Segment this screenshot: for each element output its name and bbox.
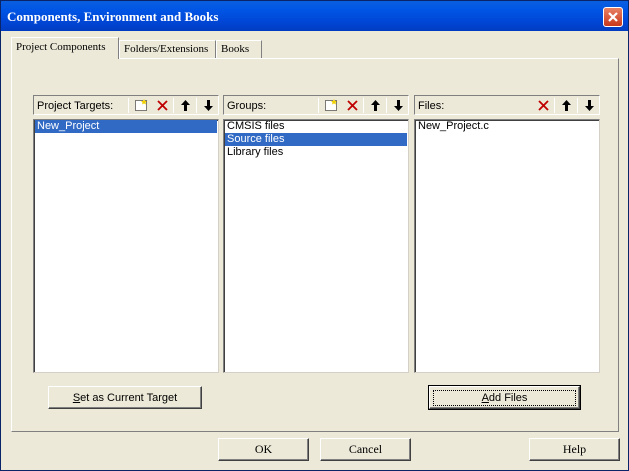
- title-bar[interactable]: Components, Environment and Books: [1, 1, 628, 31]
- ok-button[interactable]: OK: [218, 438, 309, 461]
- window-title: Components, Environment and Books: [7, 9, 219, 24]
- button-label: dd Files: [488, 391, 528, 404]
- list-item[interactable]: Source files: [225, 133, 407, 146]
- groups-label: Groups:: [227, 100, 267, 112]
- button-label: et as Current Target: [80, 391, 178, 404]
- move-group-up-button[interactable]: [365, 97, 385, 114]
- groups-list[interactable]: CMSIS files Source files Library files: [223, 119, 409, 373]
- delete-icon: [156, 100, 168, 111]
- move-file-down-button[interactable]: [579, 97, 599, 114]
- project-targets-header: Project Targets:: [33, 95, 219, 115]
- dialog-window: Components, Environment and Books Projec…: [0, 0, 629, 471]
- list-item[interactable]: New_Project.c: [416, 120, 598, 133]
- tab-label: Project Components: [16, 41, 106, 53]
- move-target-down-button[interactable]: [198, 97, 218, 114]
- files-label: Files:: [418, 100, 445, 112]
- list-item[interactable]: Library files: [225, 146, 407, 159]
- delete-group-button[interactable]: [342, 97, 362, 114]
- arrow-up-icon: [180, 100, 190, 111]
- files-header: Files:: [414, 95, 600, 115]
- move-file-up-button[interactable]: [556, 97, 576, 114]
- close-button[interactable]: [603, 7, 623, 27]
- help-button[interactable]: Help: [529, 438, 620, 461]
- arrow-up-icon: [561, 100, 571, 111]
- arrow-down-icon: [584, 100, 594, 111]
- arrow-down-icon: [393, 100, 403, 111]
- tab-panel: Project Targets: New_Project Groups: CMS…: [11, 58, 619, 432]
- project-targets-list[interactable]: New_Project: [33, 119, 219, 373]
- move-group-down-button[interactable]: [388, 97, 408, 114]
- move-target-up-button[interactable]: [175, 97, 195, 114]
- delete-icon: [346, 100, 358, 111]
- button-label: Help: [562, 442, 587, 456]
- arrow-down-icon: [203, 100, 213, 111]
- tab-books[interactable]: Books: [216, 40, 262, 59]
- new-item-icon: [325, 99, 337, 111]
- files-list[interactable]: New_Project.c: [414, 119, 600, 373]
- button-label: OK: [254, 442, 273, 456]
- delete-target-button[interactable]: [152, 97, 172, 114]
- button-label: Cancel: [348, 442, 383, 456]
- new-group-button[interactable]: [321, 97, 341, 114]
- delete-file-button[interactable]: [533, 97, 553, 114]
- button-hotkey: A: [481, 391, 489, 404]
- tab-project-components[interactable]: Project Components: [11, 37, 119, 59]
- new-item-icon: [135, 99, 147, 111]
- close-icon: [608, 12, 618, 22]
- set-current-target-button[interactable]: Set as Current Target: [48, 386, 202, 409]
- cancel-button[interactable]: Cancel: [320, 438, 411, 461]
- button-hotkey: S: [72, 391, 81, 404]
- project-targets-label: Project Targets:: [37, 100, 114, 112]
- tab-folders-extensions[interactable]: Folders/Extensions: [119, 40, 216, 59]
- list-item[interactable]: New_Project: [35, 120, 217, 133]
- arrow-up-icon: [370, 100, 380, 111]
- new-target-button[interactable]: [131, 97, 151, 114]
- groups-header: Groups:: [223, 95, 409, 115]
- tab-label: Books: [221, 43, 250, 55]
- tab-label: Folders/Extensions: [124, 43, 209, 55]
- delete-icon: [537, 100, 549, 111]
- add-files-button[interactable]: Add Files: [428, 385, 581, 410]
- list-item[interactable]: CMSIS files: [225, 120, 407, 133]
